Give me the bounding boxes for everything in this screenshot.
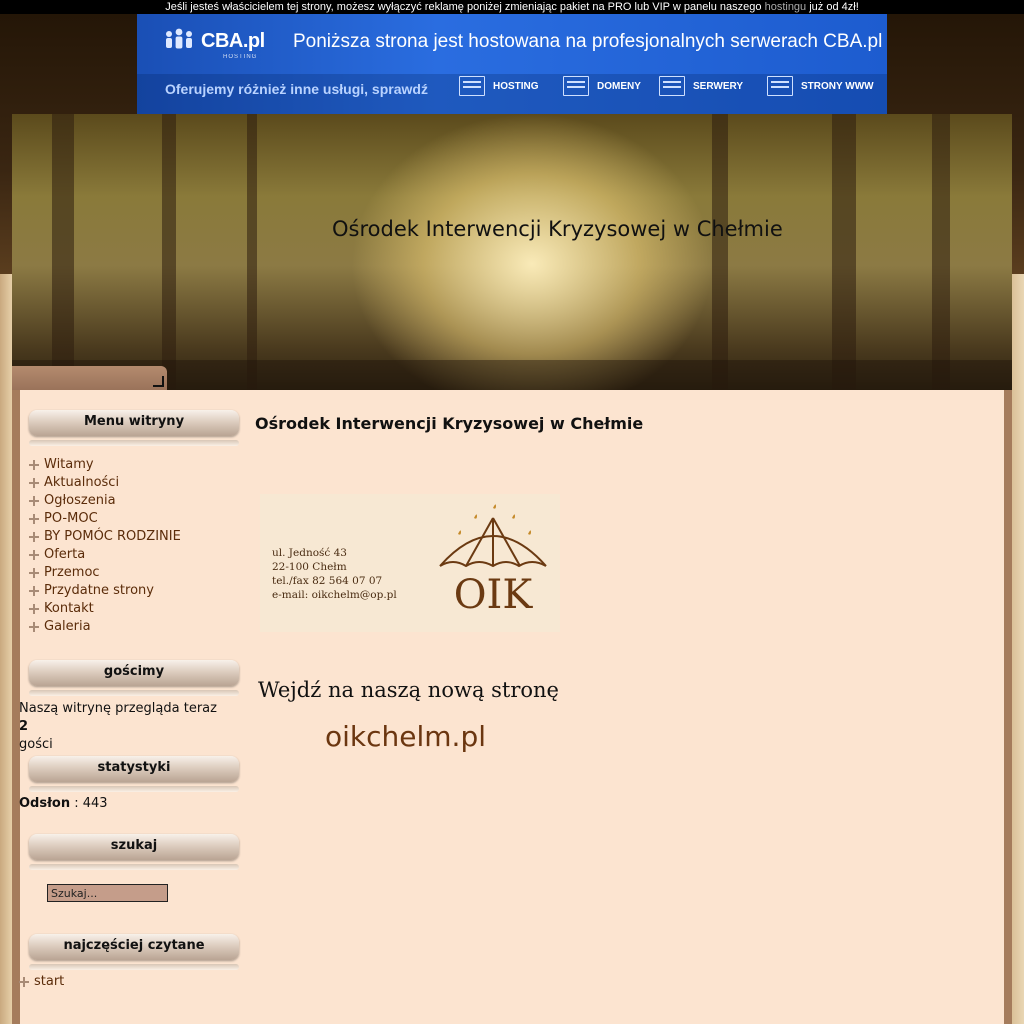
notice-text-end: już od 4zł! — [806, 1, 859, 13]
hosting-notice-bar: Jeśli jesteś właścicielem tej strony, mo… — [0, 0, 1024, 14]
menu-link-przydatne-strony[interactable]: Przydatne strony — [44, 582, 154, 600]
fleur-bullet-icon — [29, 532, 39, 542]
new-site-text: Wejdź na naszą nową stronę — [258, 678, 559, 702]
guests-text-after: gości — [19, 737, 53, 752]
stats-line: Odsłon : 443 — [19, 796, 108, 811]
menu-item[interactable]: PO-MOC — [29, 510, 181, 528]
main-menu: Witamy Aktualności Ogłoszenia PO-MOC BY … — [29, 456, 181, 636]
stats-module-title: statystyki — [29, 756, 239, 792]
article-title: Ośrodek Interwencji Kryzysowej w Chełmie — [255, 414, 644, 433]
popular-item[interactable]: start — [19, 974, 64, 989]
guests-text: Naszą witrynę przegląda teraz 2 gości — [19, 700, 229, 754]
new-site-link[interactable]: oikchelm.pl — [325, 720, 486, 753]
fleur-bullet-icon — [29, 478, 39, 488]
stats-label: Odsłon — [19, 796, 71, 811]
fleur-bullet-icon — [29, 460, 39, 470]
cba-logo-subtitle: HOSTING — [223, 54, 258, 60]
cba-ad-banner[interactable]: CBA.pl HOSTING Poniższa strona jest host… — [137, 14, 887, 114]
search-input[interactable] — [47, 884, 168, 902]
notice-text: Jeśli jesteś właścicielem tej strony, mo… — [165, 1, 765, 13]
cba-logo[interactable]: CBA.pl HOSTING — [163, 28, 265, 60]
guests-module-title: gościmy — [29, 660, 239, 696]
hosting-link[interactable]: hostingu — [765, 1, 807, 13]
menu-link-by-pomoc-rodzinie[interactable]: BY POMÓC RODZINIE — [44, 528, 181, 546]
stats-separator: : — [70, 796, 83, 811]
oik-contact-card: ul. Jedność 43 22-100 Chełm tel./fax 82 … — [260, 494, 560, 632]
popular-module-title: najczęściej czytane — [29, 934, 239, 970]
fleur-bullet-icon — [29, 514, 39, 524]
fleur-bullet-icon — [29, 550, 39, 560]
menu-item[interactable]: Oferta — [29, 546, 181, 564]
ad-link-label: SERWERY — [693, 80, 744, 92]
main-content-area: Menu witryny Witamy Aktualności Ogłoszen… — [12, 390, 1012, 1024]
fleur-bullet-icon — [29, 496, 39, 506]
ad-link-label: HOSTING — [493, 80, 539, 92]
tree-trunk — [832, 114, 856, 390]
menu-item[interactable]: Galeria — [29, 618, 181, 636]
fleur-bullet-icon — [29, 568, 39, 578]
tree-trunk — [712, 114, 728, 390]
fleur-bullet-icon — [29, 604, 39, 614]
tree-trunk — [52, 114, 74, 390]
ad-offer-text[interactable]: Oferujemy różnież inne usługi, sprawdź — [165, 81, 428, 97]
guests-text-before: Naszą witrynę przegląda teraz — [19, 701, 217, 716]
menu-link-oferta[interactable]: Oferta — [44, 546, 85, 564]
oik-umbrella-logo: OIK — [439, 504, 547, 618]
header-tab[interactable] — [12, 366, 167, 390]
ad-headline: Poniższa strona jest hostowana na profes… — [293, 31, 883, 52]
popular-link-start[interactable]: start — [34, 974, 64, 989]
ad-link-hosting[interactable]: HOSTING — [459, 76, 539, 96]
servers-icon — [659, 76, 685, 96]
cba-logo-text: CBA.pl — [201, 29, 265, 52]
fleur-bullet-icon — [29, 586, 39, 596]
contact-address: ul. Jedność 43 22-100 Chełm tel./fax 82 … — [272, 546, 397, 602]
header-forest-image: Ośrodek Interwencji Kryzysowej w Chełmie — [12, 114, 1012, 390]
address-line: e-mail: oikchelm@op.pl — [272, 589, 397, 601]
domain-icon — [563, 76, 589, 96]
ad-link-label: DOMENY — [597, 80, 641, 92]
www-icon — [767, 76, 793, 96]
menu-link-kontakt[interactable]: Kontakt — [44, 600, 94, 618]
menu-link-aktualnosci[interactable]: Aktualności — [44, 474, 119, 492]
tree-trunk — [247, 114, 257, 390]
ad-link-domeny[interactable]: DOMENY — [563, 76, 641, 96]
guests-count: 2 — [19, 719, 29, 734]
menu-item[interactable]: Aktualności — [29, 474, 181, 492]
fleur-bullet-icon — [19, 976, 29, 987]
oik-logo-text: OIK — [454, 572, 534, 618]
menu-link-witamy[interactable]: Witamy — [44, 456, 94, 474]
people-logo-icon — [166, 28, 192, 49]
menu-link-ogloszenia[interactable]: Ogłoszenia — [44, 492, 116, 510]
menu-item[interactable]: Przemoc — [29, 564, 181, 582]
menu-link-po-moc[interactable]: PO-MOC — [44, 510, 98, 528]
server-icon — [459, 76, 485, 96]
tree-trunk — [162, 114, 176, 390]
menu-item[interactable]: Ogłoszenia — [29, 492, 181, 510]
address-line: ul. Jedność 43 — [272, 547, 347, 559]
menu-module-title: Menu witryny — [29, 410, 239, 446]
menu-item[interactable]: Witamy — [29, 456, 181, 474]
address-line: 22-100 Chełm — [272, 561, 347, 573]
fleur-bullet-icon — [29, 622, 39, 632]
address-line: tel./fax 82 564 07 07 — [272, 575, 383, 587]
ad-link-strony-www[interactable]: STRONY WWW — [767, 76, 874, 96]
menu-item[interactable]: Kontakt — [29, 600, 181, 618]
ad-link-label: STRONY WWW — [801, 80, 874, 92]
search-module-title: szukaj — [29, 834, 239, 870]
tree-trunk — [932, 114, 950, 390]
menu-item[interactable]: BY POMÓC RODZINIE — [29, 528, 181, 546]
ad-link-serwery[interactable]: SERWERY — [659, 76, 743, 96]
stats-value: 443 — [82, 796, 108, 811]
site-title: Ośrodek Interwencji Kryzysowej w Chełmie — [332, 217, 783, 241]
menu-link-galeria[interactable]: Galeria — [44, 618, 91, 636]
corner-arrow-icon — [153, 376, 164, 387]
menu-item[interactable]: Przydatne strony — [29, 582, 181, 600]
menu-link-przemoc[interactable]: Przemoc — [44, 564, 100, 582]
